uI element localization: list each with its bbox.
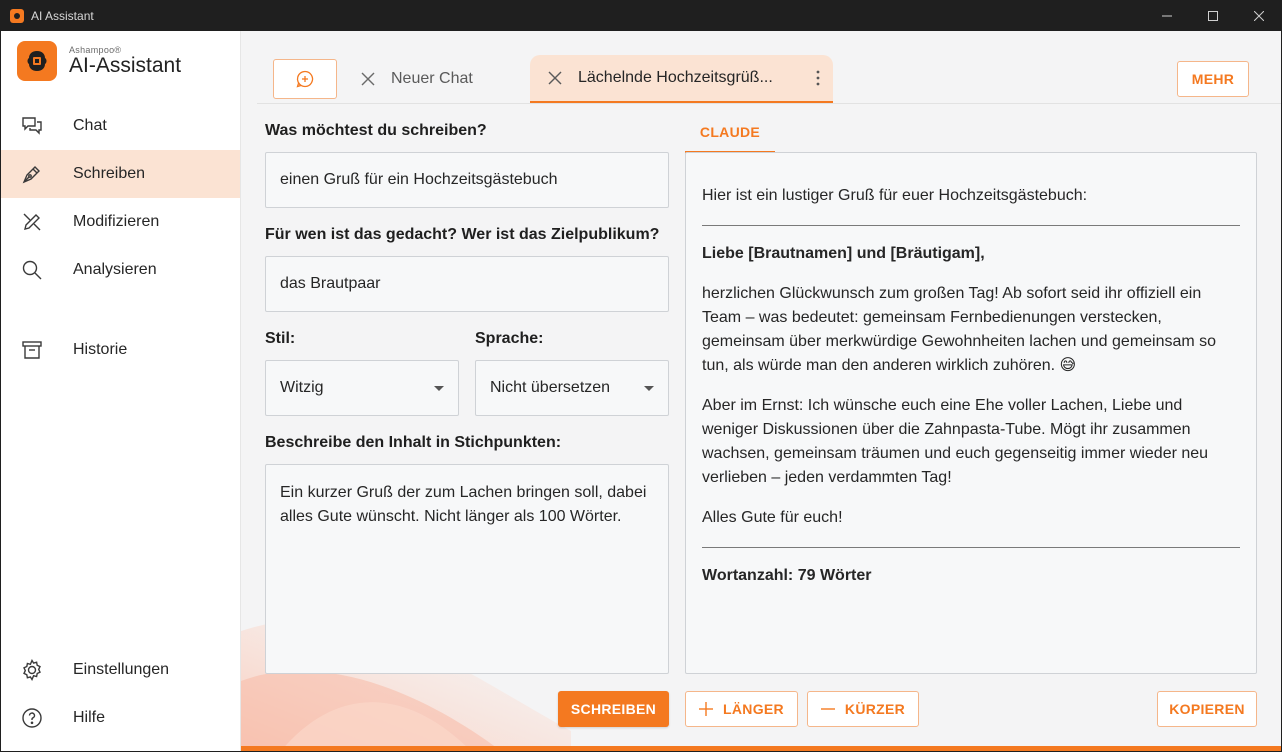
title-bar: AI Assistant <box>0 0 1282 31</box>
tab-label: Lächelnde Hochzeitsgrüß... <box>578 69 773 86</box>
accent-bar <box>241 746 1281 751</box>
gear-icon <box>23 658 41 682</box>
app-icon <box>10 8 24 23</box>
pen-icon <box>22 166 40 184</box>
more-vertical-icon <box>816 70 820 86</box>
result-closing: Alles Gute für euch! <box>702 509 843 526</box>
brand-logo <box>17 41 57 81</box>
copy-button[interactable]: KOPIEREN <box>1157 691 1257 727</box>
sprache-value: Nicht übersetzen <box>490 379 611 396</box>
stil-select[interactable]: Witzig <box>265 360 459 416</box>
result-panel: Hier ist ein lustiger Gruß für euer Hoch… <box>685 152 1257 674</box>
help-icon <box>22 708 42 728</box>
q2-label: Für wen ist das gedacht? Wer ist das Zie… <box>265 226 660 243</box>
search-icon <box>22 260 42 280</box>
archive-icon <box>22 341 42 359</box>
result-divider <box>702 547 1240 548</box>
sprache-select[interactable]: Nicht übersetzen <box>475 360 669 416</box>
close-window-button[interactable] <box>1236 0 1282 31</box>
schreiben-button[interactable]: SCHREIBEN <box>558 691 669 727</box>
close-icon <box>361 72 375 86</box>
chat-icon <box>22 117 42 135</box>
what-to-write-input[interactable]: einen Gruß für ein Hochzeitsgästebuch <box>265 152 669 208</box>
sidebar-item-label: Einstellungen <box>73 661 170 678</box>
app-window: Ashampoo® AI-Assistant Chat Schreiben Mo… <box>1 31 1281 751</box>
main-panel: Neuer Chat Lächelnde Hochzeitsgrüß... ME… <box>241 31 1281 751</box>
sidebar-item-label: Hilfe <box>73 709 106 726</box>
brand-name: AI-Assistant <box>69 53 182 77</box>
close-tab-button[interactable] <box>361 72 375 86</box>
close-tab-button[interactable] <box>548 71 562 85</box>
sidebar-item-hilfe[interactable]: Hilfe <box>1 694 240 742</box>
sidebar-item-analysieren[interactable]: Analysieren <box>1 246 240 294</box>
stil-label: Stil: <box>265 330 296 347</box>
audience-input[interactable]: das Brautpaar <box>265 256 669 312</box>
maximize-icon <box>1208 10 1218 21</box>
content-label: Beschreibe den Inhalt in Stichpunkten: <box>265 434 562 451</box>
brain-chip-icon <box>27 51 47 71</box>
sidebar-item-chat[interactable]: Chat <box>1 102 240 150</box>
minus-icon <box>820 708 835 710</box>
word-count: Wortanzahl: 79 Wörter <box>702 567 872 584</box>
new-chat-icon <box>296 70 314 88</box>
result-paragraph: Aber im Ernst: Ich wünsche euch eine Ehe… <box>702 397 1209 486</box>
result-divider <box>702 225 1240 226</box>
sidebar-item-label: Analysieren <box>73 261 157 278</box>
minimize-button[interactable] <box>1144 0 1190 31</box>
tab-label: Neuer Chat <box>391 70 473 87</box>
sidebar-item-label: Modifizieren <box>73 213 160 230</box>
stil-value: Witzig <box>280 379 324 396</box>
result-salutation: Liebe [Brautnamen] und [Bräutigam], <box>702 245 985 262</box>
sidebar-item-label: Historie <box>73 341 128 358</box>
tab-neuer-chat[interactable]: Neuer Chat <box>361 55 531 103</box>
edit-icon <box>23 213 41 231</box>
longer-label: LÄNGER <box>723 701 784 717</box>
tab-divider <box>257 103 1281 104</box>
shorter-label: KÜRZER <box>844 701 906 717</box>
sidebar-item-label: Chat <box>73 117 107 134</box>
window-title: AI Assistant <box>31 8 94 23</box>
content-textarea[interactable]: Ein kurzer Gruß der zum Lachen bringen s… <box>265 464 669 674</box>
shorter-button[interactable]: KÜRZER <box>807 691 919 727</box>
new-chat-button[interactable] <box>273 59 337 99</box>
sidebar-item-label: Schreiben <box>73 165 146 182</box>
sidebar: Ashampoo® AI-Assistant Chat Schreiben Mo… <box>1 31 241 751</box>
sprache-label: Sprache: <box>475 330 544 347</box>
tab-menu-button[interactable] <box>803 70 833 86</box>
q1-label: Was möchtest du schreiben? <box>265 122 487 139</box>
sidebar-item-einstellungen[interactable]: Einstellungen <box>1 646 240 694</box>
close-icon <box>548 71 562 85</box>
plus-icon <box>699 702 714 716</box>
result-paragraph: herzlichen Glückwunsch zum großen Tag! A… <box>702 285 1217 374</box>
sidebar-item-modifizieren[interactable]: Modifizieren <box>1 198 240 246</box>
close-icon <box>1254 10 1264 21</box>
tab-claude[interactable]: CLAUDE <box>685 113 775 153</box>
minimize-icon <box>1162 15 1172 16</box>
tab-hochzeitsgruesse[interactable]: Lächelnde Hochzeitsgrüß... <box>530 55 833 103</box>
sidebar-item-schreiben[interactable]: Schreiben <box>1 150 240 198</box>
brand: Ashampoo® AI-Assistant <box>17 41 181 81</box>
maximize-button[interactable] <box>1190 0 1236 31</box>
mehr-button[interactable]: MEHR <box>1177 61 1249 97</box>
sidebar-item-historie[interactable]: Historie <box>1 326 240 374</box>
result-intro: Hier ist ein lustiger Gruß für euer Hoch… <box>702 187 1088 204</box>
dropdown-arrow-icon <box>434 386 444 391</box>
dropdown-arrow-icon <box>644 386 654 391</box>
longer-button[interactable]: LÄNGER <box>685 691 798 727</box>
